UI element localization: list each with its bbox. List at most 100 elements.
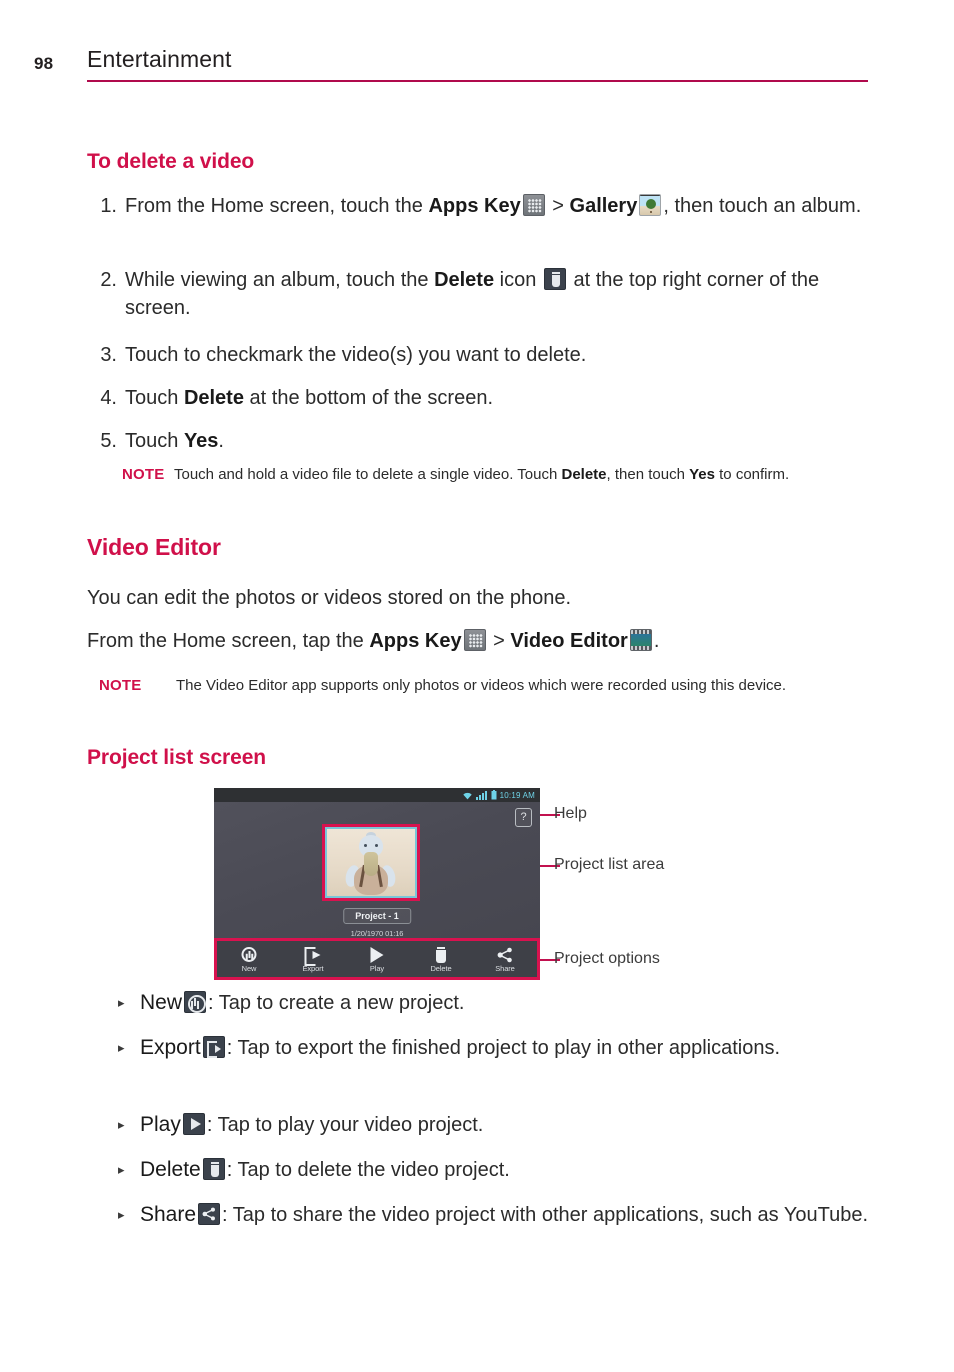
step-text-lead: Touch [125,430,184,452]
toolbar-button-delete[interactable]: Delete [413,946,469,973]
path-text-tail: . [653,630,660,652]
bullet-term-play: Play [140,1113,181,1136]
step-text-lead: While viewing an album, touch the [125,269,435,291]
trash-icon [202,1158,225,1180]
list-item: ▸ Play: Tap to play your video project. [118,1110,888,1140]
callout-label-project-list-area: Project list area [554,856,665,873]
bullet-term-export: Export [140,1036,201,1059]
video-editor-intro: You can edit the photos or videos stored… [87,587,572,609]
bullet-text: Play : Tap to play your video project. [140,1110,888,1140]
project-thumbnail[interactable] [325,827,417,898]
project-name-label: Project - 1 [343,908,411,924]
project-list-area [322,824,420,901]
signal-bars-icon [475,790,487,800]
project-options-toolbar: New Export Play Delete Share [214,938,540,980]
play-triangle-icon [349,946,405,963]
project-date-label: 1/20/1970 01:16 [350,929,404,938]
list-item: ▸ Delete: Tap to delete the video projec… [118,1155,888,1185]
status-bar: 10:19 AM [214,788,540,802]
note-label: NOTE [99,677,142,694]
yes-label: Yes [183,430,219,452]
bullet-marker: ▸ [118,1207,125,1222]
list-item: 2. While viewing an album, touch the Del… [87,266,877,322]
toolbar-button-export[interactable]: Export [285,946,341,973]
note-delete-label: Delete [561,466,607,483]
toolbar-label-play: Play [369,964,385,973]
step-text-tail: , then touch an album. [663,195,862,217]
bullet-marker: ▸ [118,995,125,1010]
bullet-text: Share : Tap to share the video project w… [140,1200,888,1230]
delete-label: Delete [434,269,495,291]
note-text-part1: Touch and hold a video file to delete a … [174,466,562,483]
list-item: ▸ Share : Tap to share the video project… [118,1200,888,1230]
export-arrow-icon [285,946,341,966]
bullet-term-new: New [140,991,183,1014]
step-text-mid: icon [494,269,542,291]
export-arrow-icon [202,1036,225,1058]
heading-video-editor: Video Editor [87,534,221,560]
project-list-screen-figure: 10:19 AM ? Project - 1 1/20/1970 01:16 N… [214,788,540,980]
path-separator: > [487,630,511,652]
bullet-description: : Tap to delete the video project. [226,1159,510,1181]
note-text: The Video Editor app supports only photo… [176,677,787,694]
step-text-tail: at the bottom of the screen. [243,387,494,409]
step-text: From the Home screen, touch the Apps Key… [125,192,877,220]
bullet-text: Delete: Tap to delete the video project. [140,1155,888,1185]
help-button[interactable]: ? [515,808,532,827]
plush-duck-photo [343,832,398,896]
plus-circle-icon [221,946,277,963]
callout-label-project-options: Project options [554,950,660,967]
gallery-icon [639,194,662,216]
step-number: 3. [100,344,117,366]
apps-key-label: Apps Key [369,630,462,652]
list-item: ▸ New : Tap to create a new project. [118,988,888,1018]
bullet-description: : Tap to export the finished project to … [226,1037,781,1059]
toolbar-button-play[interactable]: Play [349,946,405,973]
step-separator: > [546,195,570,217]
toolbar-label-new: New [241,964,257,973]
step-number: 5. [100,430,117,452]
note-delete-video: NOTE Touch and hold a video file to dele… [122,464,867,486]
step-text-lead: From the Home screen, touch the [125,195,429,217]
bullet-text: New : Tap to create a new project. [140,988,888,1018]
bullet-text: Export : Tap to export the finished proje… [140,1033,888,1063]
step-text-lead: Touch [125,387,184,409]
status-bar-time: 10:19 AM [499,790,535,800]
list-item: 4. Touch Delete at the bottom of the scr… [87,384,877,412]
note-yes-label: Yes [689,466,715,483]
trash-icon [413,946,469,963]
callout-label-help: Help [554,805,587,822]
list-item: 3. Touch to checkmark the video(s) you w… [87,341,877,369]
toolbar-button-share[interactable]: Share [477,946,533,973]
list-item: 1. From the Home screen, touch the Apps … [87,192,877,220]
page-header: 98 Entertainment [0,44,954,86]
apps-key-label: Apps Key [428,195,521,217]
wifi-icon [462,792,472,799]
delete-trash-icon [543,268,566,290]
note-label: NOTE [122,466,165,483]
share-nodes-icon [477,946,533,963]
page-title: Entertainment [87,46,232,72]
bullet-description: : Tap to play your video project. [206,1114,484,1136]
apps-key-icon [522,194,545,216]
note-text-part2: , then touch [606,466,690,483]
plus-circle-icon [184,991,207,1013]
delete-label: Delete [183,387,244,409]
apps-key-icon [463,629,486,651]
toolbar-button-new[interactable]: New [221,946,277,973]
step-text: Touch Yes. [125,427,877,455]
step-number: 2. [100,269,117,291]
step-text-tail: . [218,430,224,452]
bullet-term-share: Share [140,1203,197,1226]
bullet-marker: ▸ [118,1162,125,1177]
note-video-editor: NOTE The Video Editor app supports only … [99,675,871,697]
heading-project-list-screen: Project list screen [87,746,267,769]
play-triangle-icon [182,1113,205,1135]
step-text: Touch Delete at the bottom of the screen… [125,384,877,412]
list-item: ▸ Export: Tap to export the finished pro… [118,1033,888,1063]
note-text: Touch and hold a video file to delete a … [174,464,867,486]
page-number: 98 [34,54,54,73]
share-nodes-icon [198,1203,221,1225]
bullet-description: : Tap to create a new project. [208,992,465,1014]
bullet-description: : Tap to share the video project with ot… [222,1204,869,1226]
